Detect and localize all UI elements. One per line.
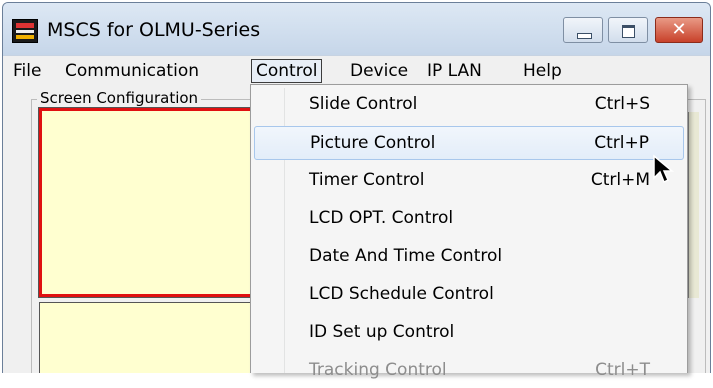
menu-item-label: Date And Time Control	[309, 246, 503, 266]
maximize-button[interactable]	[608, 17, 648, 43]
menu-item-lcd-opt-control[interactable]: LCD OPT. Control	[254, 202, 684, 236]
menu-item-lcd-schedule-control[interactable]: LCD Schedule Control	[254, 278, 684, 312]
screen-configuration-label: Screen Configuration	[37, 89, 202, 107]
menu-item-label: Timer Control	[309, 170, 425, 190]
menu-item-label: Slide Control	[309, 94, 418, 114]
screen-panel-1[interactable]	[38, 107, 254, 298]
close-button[interactable]: ✕	[655, 17, 703, 43]
menu-item-label: Picture Control	[310, 133, 436, 153]
menu-item-label: LCD Schedule Control	[309, 284, 494, 304]
menu-help[interactable]: Help	[519, 59, 566, 83]
close-icon: ✕	[671, 19, 687, 40]
menu-item-label: ID Set up Control	[309, 322, 455, 342]
menu-item-shortcut: Ctrl+T	[595, 360, 650, 380]
menu-item-shortcut: Ctrl+M	[590, 170, 650, 190]
menu-file[interactable]: File	[9, 59, 45, 83]
menu-item-tracking-control: Tracking Control Ctrl+T	[254, 354, 684, 388]
title-bar[interactable]: MSCS for OLMU-Series ✕	[3, 3, 710, 55]
menu-item-picture-control[interactable]: Picture Control Ctrl+P	[254, 126, 684, 160]
menu-ip-lan[interactable]: IP LAN	[423, 59, 486, 83]
mouse-cursor-icon	[653, 154, 675, 184]
menu-item-shortcut: Ctrl+S	[594, 94, 650, 114]
menu-communication[interactable]: Communication	[61, 59, 203, 83]
menu-item-slide-control[interactable]: Slide Control Ctrl+S	[254, 88, 684, 122]
menu-item-shortcut: Ctrl+P	[594, 133, 649, 153]
window-title: MSCS for OLMU-Series	[47, 19, 261, 41]
menu-item-date-time-control[interactable]: Date And Time Control	[254, 240, 684, 274]
minimize-button[interactable]	[563, 17, 603, 43]
menu-device[interactable]: Device	[346, 59, 412, 83]
menu-control[interactable]: Control	[251, 59, 323, 83]
menu-item-id-setup-control[interactable]: ID Set up Control	[254, 316, 684, 350]
app-icon[interactable]	[12, 19, 38, 43]
menu-item-label: Tracking Control	[309, 360, 447, 380]
control-dropdown-menu: Slide Control Ctrl+S Picture Control Ctr…	[250, 84, 688, 380]
menu-bar: File Communication Control Device IP LAN…	[3, 55, 710, 86]
menu-item-timer-control[interactable]: Timer Control Ctrl+M	[254, 164, 684, 198]
side-panel-edge	[688, 112, 699, 298]
screen-panel-2[interactable]	[39, 302, 253, 373]
menu-item-label: LCD OPT. Control	[309, 208, 454, 228]
